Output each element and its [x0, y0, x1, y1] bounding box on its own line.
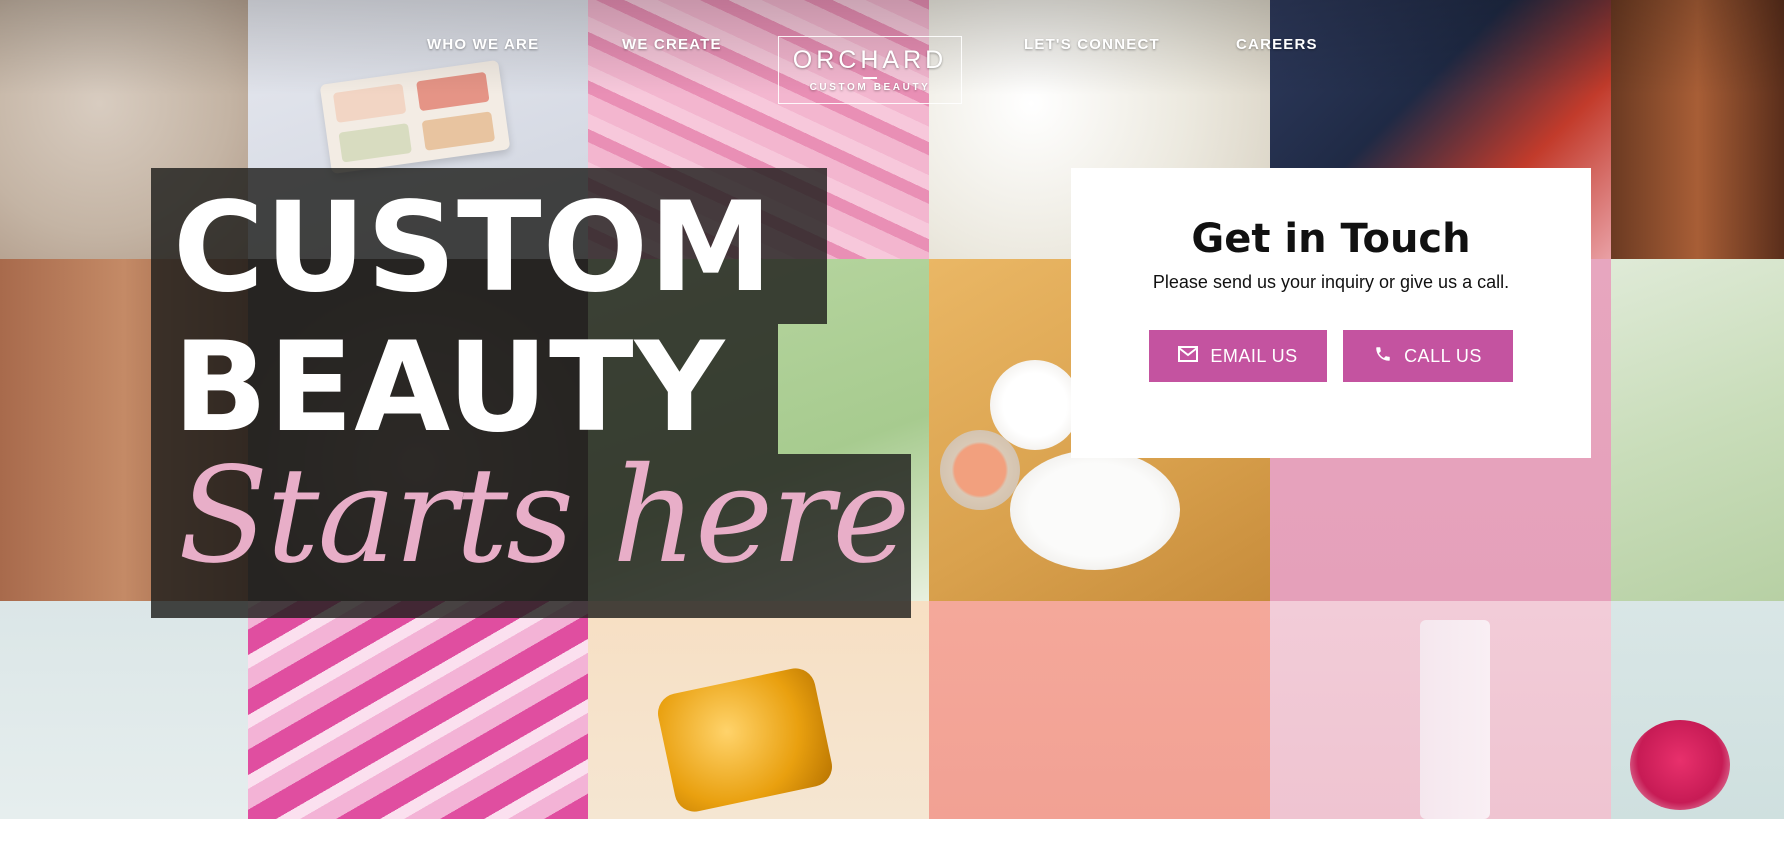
contact-card: Get in Touch Please send us your inquiry…	[1071, 168, 1591, 458]
compact-image	[1010, 450, 1180, 570]
hero-headline-line2: BEAUTY	[173, 316, 726, 460]
email-us-label: EMAIL US	[1210, 345, 1298, 366]
top-navigation: WHO WE ARE WE CREATE ORCHARD CUSTOM BEAU…	[0, 0, 1784, 104]
collage-tile-pink-letters	[248, 601, 588, 819]
email-us-button[interactable]: EMAIL US	[1149, 330, 1327, 382]
logo-divider	[863, 77, 877, 79]
lip-stick-image	[1420, 620, 1490, 819]
call-us-button[interactable]: CALL US	[1343, 330, 1513, 382]
orchard-logo[interactable]: ORCHARD CUSTOM BEAUTY	[778, 36, 962, 104]
compact-image	[940, 430, 1020, 510]
call-us-label: CALL US	[1404, 345, 1482, 366]
nav-we-create[interactable]: WE CREATE	[622, 36, 722, 53]
collage-tile-peach-flower	[0, 601, 248, 819]
contact-title: Get in Touch	[1191, 216, 1471, 262]
hero-script-text: Starts here	[178, 439, 910, 593]
compact-image	[990, 360, 1080, 450]
collage-tile-botanicals	[929, 601, 1270, 819]
hero-headline-line1: CUSTOM	[173, 176, 774, 320]
nav-careers[interactable]: CAREERS	[1236, 36, 1318, 53]
phone-icon	[1374, 345, 1392, 367]
logo-tagline: CUSTOM BEAUTY	[809, 82, 931, 93]
contact-subtitle: Please send us your inquiry or give us a…	[1152, 272, 1510, 292]
logo-name: ORCHARD	[792, 46, 948, 74]
envelope-icon	[1178, 346, 1199, 366]
nav-lets-connect[interactable]: LET'S CONNECT	[1024, 36, 1160, 53]
collage-tile-green-letters	[1611, 259, 1784, 601]
nav-who-we-are[interactable]: WHO WE ARE	[427, 36, 539, 53]
glitter-jar-image	[1630, 720, 1730, 810]
